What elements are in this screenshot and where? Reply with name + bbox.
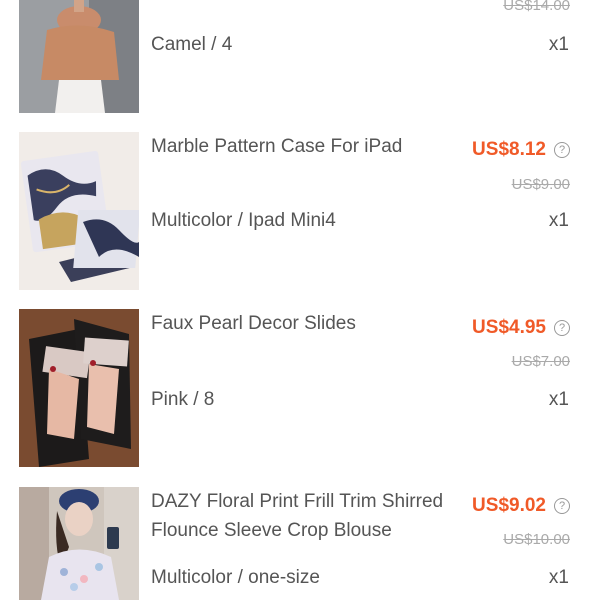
question-circle-icon[interactable]: ? (554, 142, 570, 158)
quantity: x1 (548, 567, 569, 588)
product-title[interactable]: Faux Pearl Decor Slides (151, 309, 461, 338)
variant-label: Multicolor / one-size (151, 567, 320, 588)
variant-label: Multicolor / Ipad Mini4 (151, 210, 336, 231)
original-price: US$7.00 (511, 353, 570, 370)
product-image[interactable] (19, 132, 139, 290)
original-price: US$9.00 (511, 176, 570, 193)
quantity: x1 (548, 389, 569, 410)
product-title[interactable]: Marble Pattern Case For iPad (151, 132, 461, 161)
quantity: x1 (548, 210, 569, 231)
sale-price: US$4.95 ? (472, 317, 570, 339)
question-circle-icon[interactable]: ? (554, 320, 570, 336)
product-title[interactable]: DAZY Floral Print Frill Trim Shirred Flo… (151, 487, 461, 545)
sale-price: US$9.02 ? (472, 495, 570, 517)
original-price: US$10.00 (503, 531, 570, 548)
sale-price-value: US$8.12 (472, 139, 546, 160)
original-price: US$14.00 (503, 0, 570, 14)
quantity: x1 (548, 34, 569, 55)
variant-label: Pink / 8 (151, 389, 215, 410)
question-circle-icon[interactable]: ? (554, 498, 570, 514)
sale-price-value: US$4.95 (472, 317, 546, 338)
sale-price: US$8.12 ? (472, 139, 570, 161)
product-image[interactable] (19, 309, 139, 467)
sale-price-value: US$9.02 (472, 495, 546, 516)
product-image[interactable] (19, 487, 139, 600)
product-image[interactable] (19, 0, 139, 113)
variant-label: Camel / 4 (151, 34, 233, 55)
